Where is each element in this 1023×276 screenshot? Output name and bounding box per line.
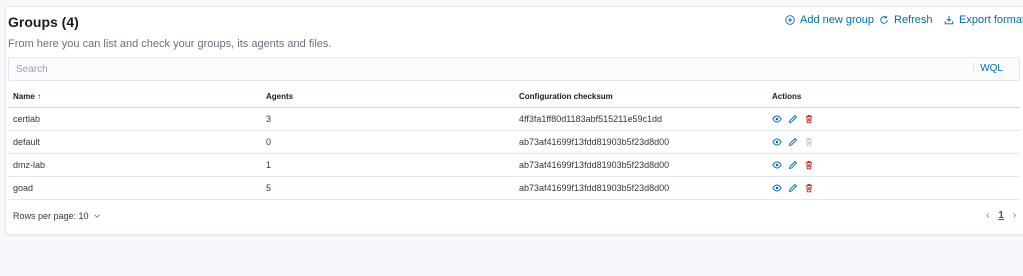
- pencil-icon[interactable]: [788, 114, 798, 124]
- table-row[interactable]: certlab 3 4ff3fa1ff80d1183abf515211e59c1dd: [8, 107, 1020, 131]
- plus-circle-icon: [785, 15, 795, 25]
- page-subtitle: From here you can list and check your gr…: [8, 38, 332, 50]
- config-checksum: ab73af41699f13fdd81903b5f23d8d00: [514, 153, 767, 177]
- row-actions: [767, 153, 1020, 177]
- group-name: dmz-lab: [8, 153, 261, 177]
- column-header-actions: Actions: [767, 87, 1020, 108]
- eye-icon[interactable]: [772, 137, 782, 147]
- group-name: goad: [8, 176, 261, 200]
- table-row[interactable]: dmz-lab 1 ab73af41699f13fdd81903b5f23d8d00: [8, 153, 1020, 177]
- rows-per-page-label: Rows per page: 10: [13, 211, 89, 221]
- eye-icon[interactable]: [772, 183, 782, 193]
- header-actions: Add new group Refresh Export formatted: [0, 14, 1023, 28]
- agent-count: 3: [261, 107, 514, 131]
- rows-per-page-control[interactable]: Rows per page: 10: [13, 211, 101, 221]
- row-actions: [767, 130, 1020, 154]
- trash-icon: [806, 137, 812, 146]
- wql-toggle[interactable]: WQL: [973, 63, 1003, 74]
- agent-count: 5: [261, 176, 514, 200]
- agent-count: 0: [261, 130, 514, 154]
- table-header-row: Name ↑ Agents Configuration checksum Act…: [8, 87, 1020, 108]
- search-input[interactable]: [9, 58, 989, 80]
- page-number[interactable]: 1: [998, 210, 1004, 221]
- eye-icon[interactable]: [772, 114, 782, 124]
- table-row[interactable]: default 0 ab73af41699f13fdd81903b5f23d8d00: [8, 130, 1020, 154]
- export-formatted-label: Export formatted: [959, 14, 1023, 26]
- refresh-icon: [880, 15, 888, 24]
- agent-count: 1: [261, 153, 514, 177]
- refresh-label: Refresh: [894, 14, 933, 26]
- pencil-icon[interactable]: [788, 137, 798, 147]
- previous-page-icon[interactable]: ‹: [986, 210, 989, 221]
- trash-icon[interactable]: [804, 114, 814, 124]
- export-formatted-button[interactable]: Export formatted: [944, 14, 1023, 26]
- row-actions: [767, 176, 1020, 200]
- column-header-agents[interactable]: Agents: [261, 87, 514, 108]
- pencil-icon[interactable]: [788, 183, 798, 193]
- eye-icon[interactable]: [772, 160, 782, 170]
- trash-icon[interactable]: [804, 183, 814, 193]
- config-checksum: 4ff3fa1ff80d1183abf515211e59c1dd: [514, 107, 767, 131]
- row-actions: [767, 107, 1020, 131]
- group-name: certlab: [8, 107, 261, 131]
- refresh-button[interactable]: Refresh: [879, 14, 933, 26]
- search-bar: WQL: [8, 57, 1020, 81]
- export-icon: [944, 16, 954, 25]
- config-checksum: ab73af41699f13fdd81903b5f23d8d00: [514, 130, 767, 154]
- groups-table: Name ↑ Agents Configuration checksum Act…: [8, 87, 1020, 200]
- chevron-down-icon: [93, 214, 100, 218]
- column-header-checksum[interactable]: Configuration checksum: [514, 87, 767, 108]
- pagination: ‹ 1 ›: [986, 210, 1016, 221]
- group-name: default: [8, 130, 261, 154]
- add-new-group-label: Add new group: [800, 14, 874, 26]
- add-new-group-button[interactable]: Add new group: [785, 14, 874, 26]
- pencil-icon[interactable]: [788, 160, 798, 170]
- next-page-icon[interactable]: ›: [1013, 210, 1016, 221]
- config-checksum: ab73af41699f13fdd81903b5f23d8d00: [514, 176, 767, 200]
- trash-icon[interactable]: [804, 160, 814, 170]
- table-row[interactable]: goad 5 ab73af41699f13fdd81903b5f23d8d00: [8, 176, 1020, 200]
- column-header-name[interactable]: Name ↑: [8, 87, 261, 108]
